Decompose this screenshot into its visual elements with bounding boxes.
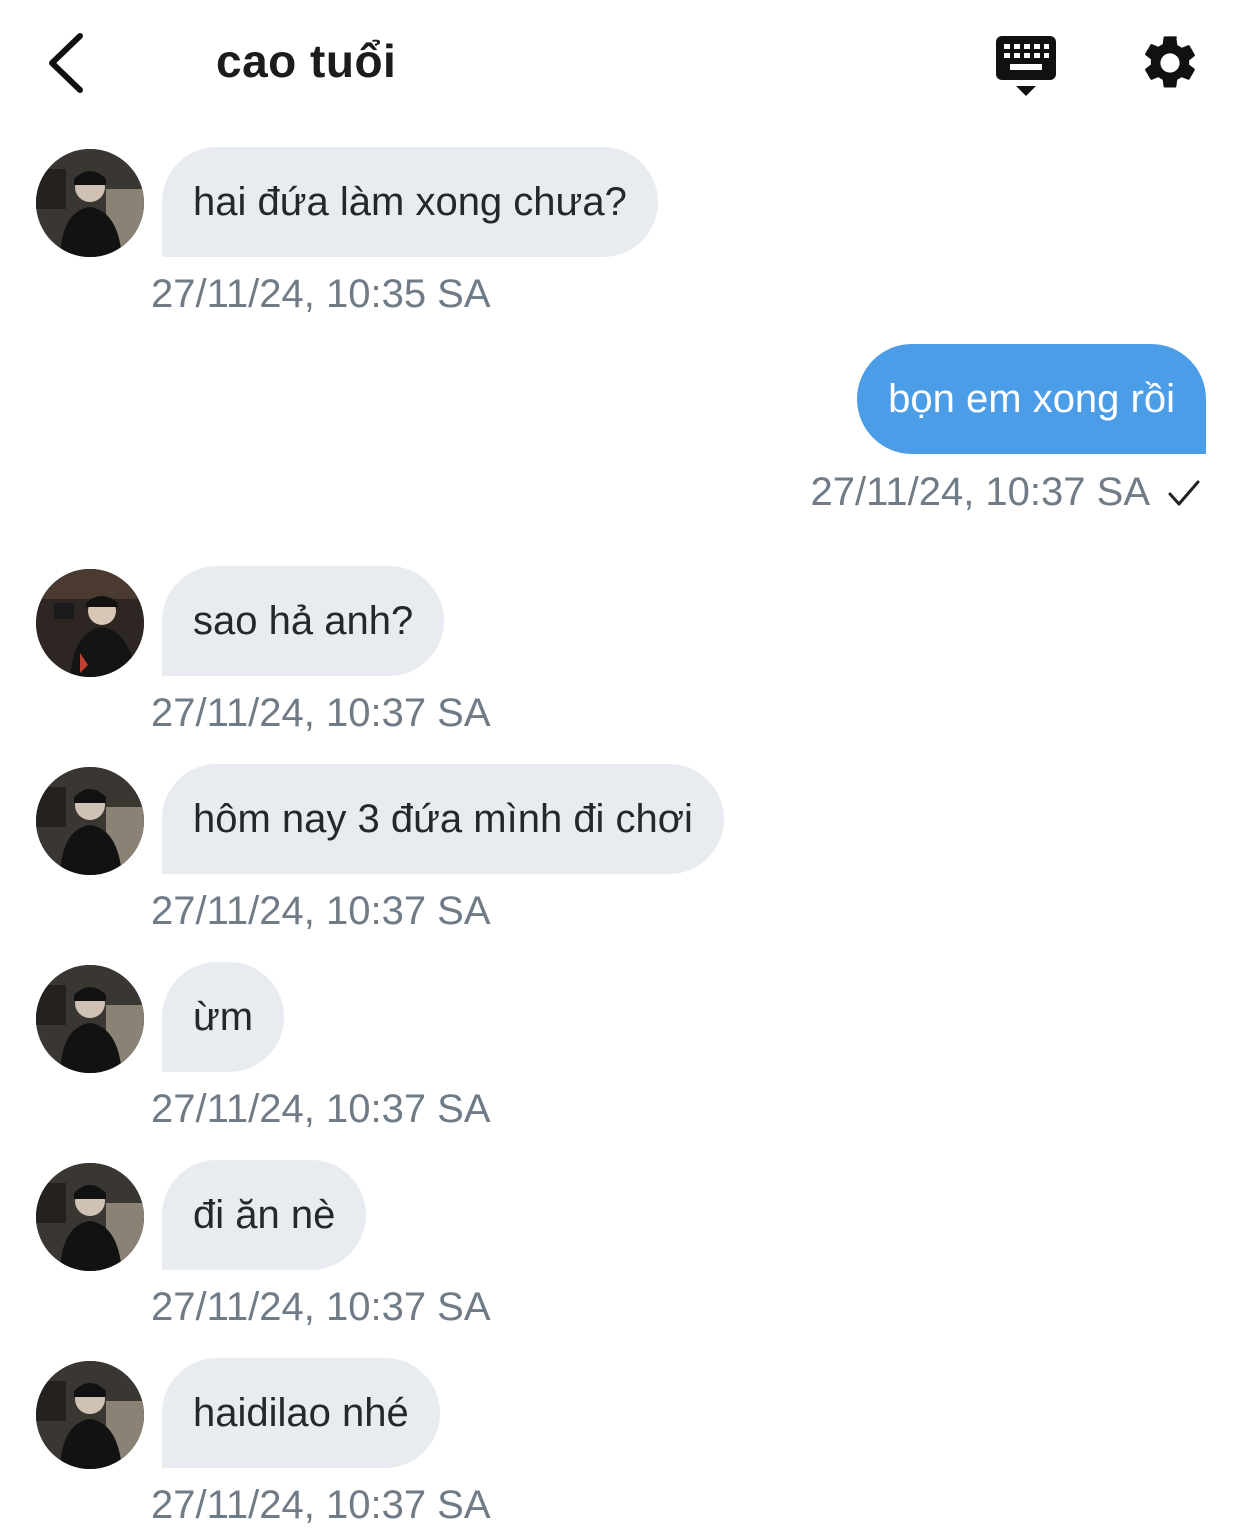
gear-icon <box>1145 36 1195 88</box>
incoming-message-bubble[interactable]: sao hả anh? <box>162 566 445 676</box>
avatar-photo <box>36 1163 144 1271</box>
avatar-photo <box>36 149 144 257</box>
message-timestamp: 27/11/24, 10:37 SA <box>151 889 491 933</box>
message-timestamp: 27/11/24, 10:37 SA <box>151 691 491 735</box>
chat-header: cao tuổi <box>0 0 1242 130</box>
sender-avatar[interactable] <box>36 965 144 1073</box>
avatar-photo <box>36 1361 144 1469</box>
back-button[interactable] <box>40 30 100 96</box>
message-timestamp: 27/11/24, 10:37 SA <box>151 1285 491 1329</box>
message-timestamp: 27/11/24, 10:37 SA <box>151 1087 491 1131</box>
outgoing-message-bubble[interactable]: bọn em xong rồi <box>857 344 1206 454</box>
chat-title: cao tuổi <box>216 35 397 87</box>
avatar-photo <box>36 965 144 1073</box>
message-timestamp: 27/11/24, 10:35 SA <box>151 272 491 316</box>
incoming-message-bubble[interactable]: ừm <box>162 962 285 1072</box>
avatar-photo <box>36 569 144 677</box>
incoming-message-bubble[interactable]: hai đứa làm xong chưa? <box>162 147 658 257</box>
keyboard-toggle-button[interactable] <box>994 34 1058 98</box>
sender-avatar[interactable] <box>36 1163 144 1271</box>
message-timestamp: 27/11/24, 10:37 SA <box>810 470 1150 514</box>
chevron-left-icon <box>49 33 83 93</box>
incoming-message-bubble[interactable]: haidilao nhé <box>162 1358 440 1468</box>
incoming-message-bubble[interactable]: đi ăn nè <box>162 1160 367 1270</box>
checkmark-icon <box>1168 480 1200 506</box>
sender-avatar[interactable] <box>36 767 144 875</box>
avatar-photo <box>36 767 144 875</box>
sender-avatar[interactable] <box>36 569 144 677</box>
settings-button[interactable] <box>1138 31 1202 95</box>
sender-avatar[interactable] <box>36 149 144 257</box>
keyboard-icon <box>996 36 1056 96</box>
message-timestamp: 27/11/24, 10:37 SA <box>151 1483 491 1527</box>
sender-avatar[interactable] <box>36 1361 144 1469</box>
incoming-message-bubble[interactable]: hôm nay 3 đứa mình đi chơi <box>162 764 724 874</box>
